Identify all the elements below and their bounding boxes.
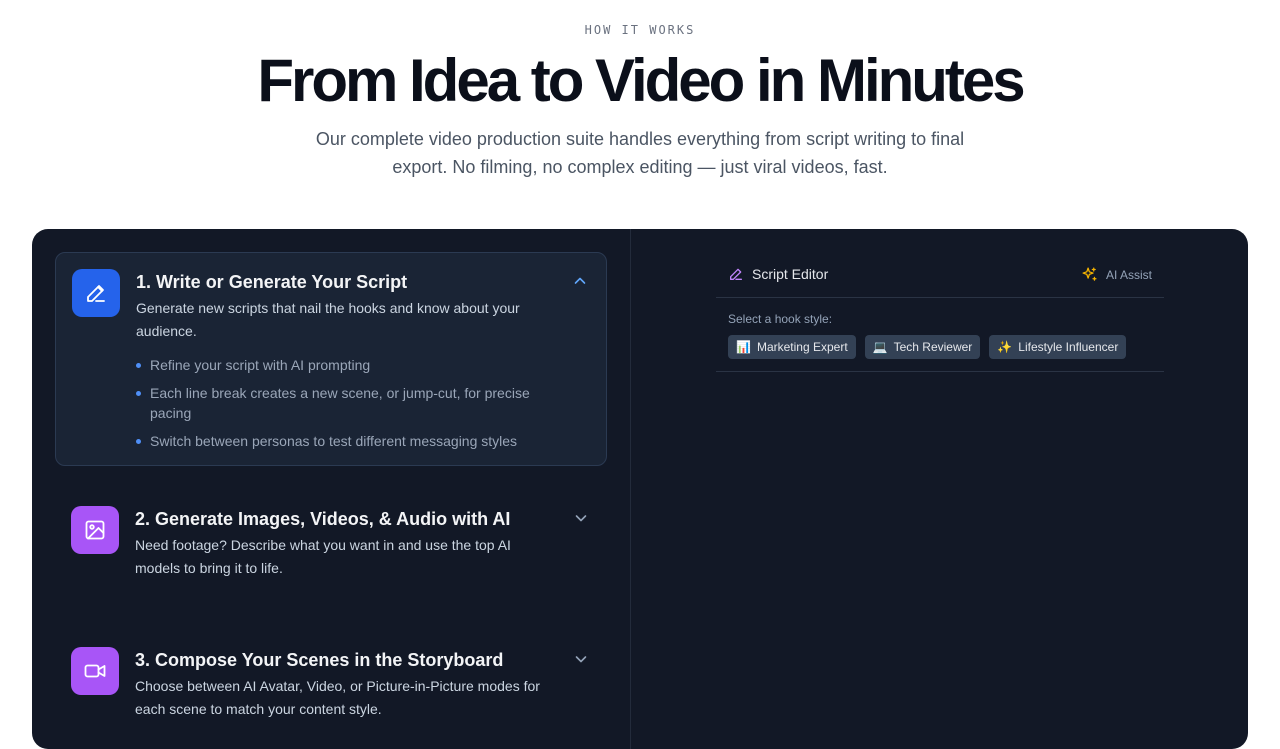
bullet-text: Each line break creates a new scene, or … bbox=[150, 385, 530, 421]
step-write-script[interactable]: 1. Write or Generate Your Script Generat… bbox=[55, 252, 607, 466]
how-it-works-panel: 1. Write or Generate Your Script Generat… bbox=[32, 229, 1248, 749]
chevron-down-icon[interactable] bbox=[573, 651, 589, 667]
hook-chip-label: Lifestyle Influencer bbox=[1018, 340, 1119, 354]
step-description: Generate new scripts that nail the hooks… bbox=[136, 300, 520, 339]
step-bullets: Refine your script with AI prompting Eac… bbox=[136, 355, 546, 459]
list-item: Each line break creates a new scene, or … bbox=[136, 383, 546, 423]
step-compose-storyboard[interactable]: 3. Compose Your Scenes in the Storyboard… bbox=[55, 631, 607, 741]
hero-eyebrow: HOW IT WORKS bbox=[584, 23, 696, 37]
pencil-icon bbox=[72, 269, 120, 317]
step-title: 2. Generate Images, Videos, & Audio with… bbox=[135, 509, 511, 529]
script-editor: Script Editor AI Assist Select a hook st… bbox=[716, 253, 1164, 372]
bullet-dot bbox=[136, 363, 141, 368]
step-description: Need footage? Describe what you want in … bbox=[135, 537, 511, 576]
laptop-icon: 💻 bbox=[872, 340, 888, 354]
sparkles-icon bbox=[1082, 267, 1097, 281]
list-item: Refine your script with AI prompting bbox=[136, 355, 546, 375]
bullet-text: Refine your script with AI prompting bbox=[150, 357, 371, 373]
hero-subtitle: Our complete video production suite hand… bbox=[315, 129, 965, 177]
hook-chip-marketing-expert[interactable]: 📊 Marketing Expert bbox=[728, 335, 856, 359]
image-icon bbox=[71, 506, 119, 554]
chevron-up-icon[interactable] bbox=[572, 273, 588, 289]
step-description: Choose between AI Avatar, Video, or Pict… bbox=[135, 678, 540, 717]
chart-icon: 📊 bbox=[736, 340, 751, 354]
script-editor-title-text: Script Editor bbox=[752, 266, 829, 282]
script-editor-header: Script Editor AI Assist bbox=[716, 253, 1164, 298]
bullet-text: Switch between personas to test differen… bbox=[150, 433, 518, 449]
hero-headline: From Idea to Video in Minutes bbox=[257, 47, 1025, 114]
pencil-icon bbox=[730, 268, 742, 280]
bullet-dot bbox=[136, 391, 141, 396]
ai-assist-label: AI Assist bbox=[1105, 267, 1152, 282]
hook-chip-lifestyle-influencer[interactable]: ✨ Lifestyle Influencer bbox=[989, 335, 1127, 359]
step-title: 3. Compose Your Scenes in the Storyboard bbox=[135, 650, 504, 670]
ai-assist-button[interactable]: AI Assist bbox=[1081, 266, 1152, 283]
bullet-dot bbox=[136, 439, 141, 444]
hook-style-selector: Select a hook style: 📊 Marketing Expert … bbox=[716, 298, 1164, 372]
panel-divider bbox=[630, 229, 631, 749]
hook-chip-label: Marketing Expert bbox=[756, 340, 848, 354]
hook-chip-label: Tech Reviewer bbox=[893, 340, 973, 354]
step-generate-media[interactable]: 2. Generate Images, Videos, & Audio with… bbox=[55, 490, 607, 600]
hook-style-label: Select a hook style: bbox=[728, 312, 833, 326]
script-editor-title: Script Editor bbox=[728, 266, 828, 282]
list-item: Switch between personas to test differen… bbox=[136, 431, 546, 451]
sparkles-icon: ✨ bbox=[997, 340, 1013, 354]
hook-chip-tech-reviewer[interactable]: 💻 Tech Reviewer bbox=[864, 335, 981, 359]
hook-style-chips: 📊 Marketing Expert 💻 Tech Reviewer ✨ Lif… bbox=[728, 335, 1127, 359]
video-camera-icon bbox=[71, 647, 119, 695]
step-title: 1. Write or Generate Your Script bbox=[136, 272, 408, 292]
chevron-down-icon[interactable] bbox=[573, 510, 589, 526]
